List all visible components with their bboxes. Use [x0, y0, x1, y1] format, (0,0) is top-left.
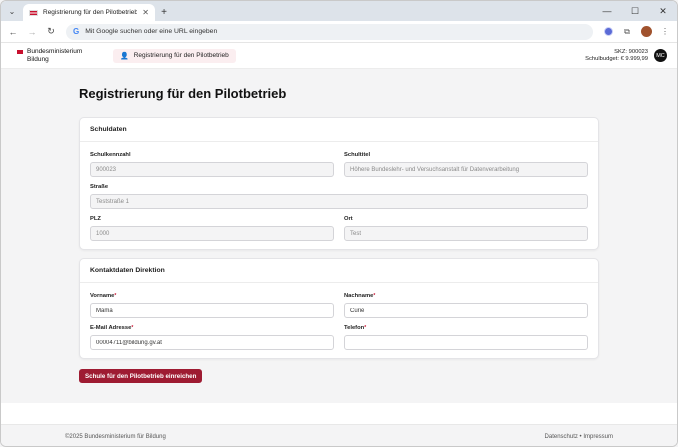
nav-tab-label: Registrierung für den Pilotbetrieb	[133, 52, 229, 59]
footer-copyright: ©2025 Bundesministerium für Bildung	[65, 433, 166, 440]
submit-button[interactable]: Schule für den Pilotbetrieb einreichen	[79, 369, 203, 383]
tab-title: Registrierung für den Pilotbetrieb	[43, 9, 138, 16]
kontakt-card: Kontaktdaten Direktion Vorname* Nachname…	[79, 258, 599, 359]
google-icon: G	[73, 27, 80, 36]
more-menu-icon[interactable]: ⋮	[657, 24, 673, 40]
ort-label: Ort	[344, 216, 353, 222]
logo-line-2: Bildung	[27, 55, 49, 63]
page-title: Registrierung für den Pilotbetrieb	[79, 86, 287, 101]
nav-tab-registrierung[interactable]: 👤 Registrierung für den Pilotbetrieb	[113, 48, 236, 63]
reload-icon[interactable]: ↻	[43, 24, 59, 40]
email-label: E-Mail Adresse	[90, 325, 132, 331]
window-close-icon[interactable]: ✕	[649, 1, 677, 21]
email-field[interactable]	[90, 335, 334, 350]
browser-tab[interactable]: Registrierung für den Pilotbetrieb ✕	[23, 4, 155, 21]
flag-stripe-icon	[17, 50, 23, 54]
tab-strip: ⌄ Registrierung für den Pilotbetrieb ✕ +…	[1, 1, 677, 21]
browser-toolbar: ← → ↻ G Mit Google suchen oder eine URL …	[1, 21, 677, 43]
required-marker: *	[114, 293, 117, 299]
vorname-field[interactable]	[90, 303, 334, 318]
required-marker: *	[364, 325, 367, 331]
telefon-label: Telefon	[344, 325, 365, 331]
schulkennzahl-label: Schulkennzahl	[90, 152, 131, 158]
plz-field: 1000	[90, 226, 334, 241]
schulkennzahl-field: 900023	[90, 162, 334, 177]
address-bar-placeholder: Mit Google suchen oder eine URL eingeben	[85, 28, 218, 35]
plz-label: PLZ	[90, 216, 101, 222]
footer-links[interactable]: Datenschutz • Impressum	[545, 434, 613, 440]
ministry-logo[interactable]: Bundesministerium Bildung	[17, 48, 113, 63]
schultitel-field: Höhere Bundeslehr- und Versuchsanstalt f…	[344, 162, 588, 177]
profile-avatar-icon[interactable]	[638, 24, 654, 40]
vorname-label: Vorname	[90, 293, 115, 299]
minimize-icon[interactable]: —	[593, 1, 621, 21]
forward-icon[interactable]: →	[24, 24, 40, 40]
maximize-icon[interactable]: ☐	[621, 1, 649, 21]
app-header: Bundesministerium Bildung 👤 Registrierun…	[1, 43, 677, 69]
schuldaten-heading: Schuldaten	[80, 118, 598, 142]
page-footer: ©2025 Bundesministerium für Bildung Date…	[1, 424, 677, 446]
extensions-puzzle-icon[interactable]: ⧉	[619, 24, 635, 40]
nachname-label: Nachname	[344, 293, 374, 299]
close-icon[interactable]: ✕	[142, 8, 149, 17]
telefon-field[interactable]	[344, 335, 588, 350]
strasse-label: Straße	[90, 184, 109, 190]
user-plus-icon: 👤	[120, 52, 129, 60]
main-content: Registrierung für den Pilotbetrieb Schul…	[1, 69, 677, 403]
back-icon[interactable]: ←	[5, 24, 21, 40]
school-budget: Schulbudget: € 9.999,99	[585, 55, 648, 62]
strasse-field: Teststraße 1	[90, 194, 588, 209]
kontakt-heading: Kontaktdaten Direktion	[80, 259, 598, 283]
schultitel-label: Schultitel	[344, 152, 371, 158]
austria-flag-icon	[29, 9, 38, 16]
window-controls: — ☐ ✕	[593, 1, 677, 21]
nachname-field[interactable]	[344, 303, 588, 318]
browser-window: ⌄ Registrierung für den Pilotbetrieb ✕ +…	[0, 0, 678, 447]
school-id: SKZ: 900023	[614, 48, 648, 55]
required-marker: *	[131, 325, 134, 331]
extension-badge-icon[interactable]	[600, 24, 616, 40]
avatar[interactable]: MC	[654, 49, 667, 62]
address-bar[interactable]: G Mit Google suchen oder eine URL eingeb…	[66, 23, 593, 40]
ort-field: Test	[344, 226, 588, 241]
tab-search-icon[interactable]: ⌄	[1, 1, 23, 21]
school-info: SKZ: 900023 Schulbudget: € 9.999,99	[585, 49, 648, 63]
required-marker: *	[373, 293, 376, 299]
schuldaten-card: Schuldaten Schulkennzahl 900023 Schultit…	[79, 117, 599, 250]
logo-line-1: Bundesministerium	[27, 48, 83, 55]
new-tab-icon[interactable]: +	[155, 4, 173, 21]
